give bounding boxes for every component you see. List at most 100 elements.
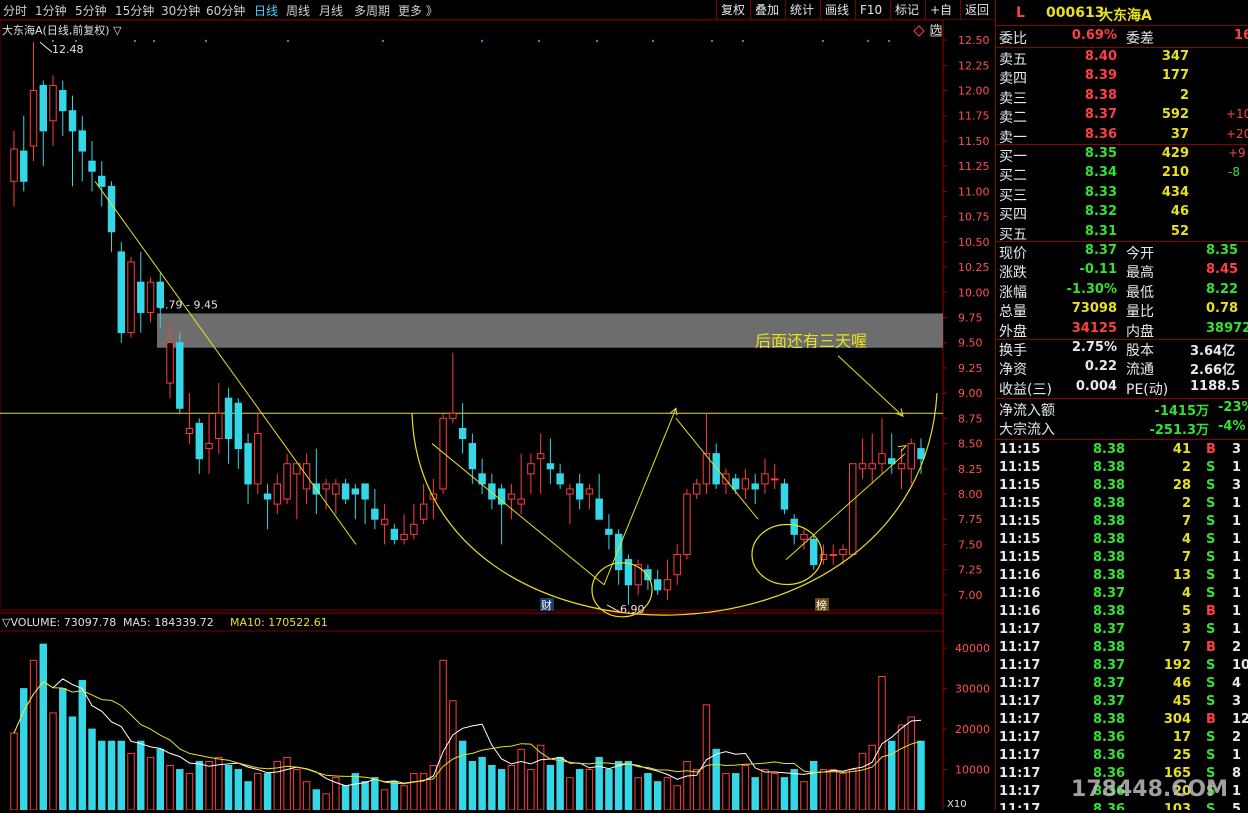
tick-count: 3 <box>1232 442 1242 457</box>
tick-row-17[interactable]: 11:17 8.36 25 S 1 <box>996 748 1248 767</box>
period-tab-10[interactable]: 更多 》 <box>398 2 438 19</box>
tick-time: 11:17 <box>999 748 1041 763</box>
toolbar-button-5[interactable]: 标记 <box>890 0 925 20</box>
candle-body-74 <box>731 478 740 490</box>
candle-body-5 <box>59 90 67 112</box>
flow-label: 净流入额 <box>999 403 1055 419</box>
tick-row-15[interactable]: 11:17 8.38 304 B 12 <box>996 712 1248 731</box>
tick-count: 12 <box>1232 712 1248 727</box>
tick-row-14[interactable]: 11:17 8.37 45 S 3 <box>996 694 1248 713</box>
ask-label: 卖五 <box>999 52 1027 68</box>
volume-bar-14 <box>146 756 155 811</box>
tick-row-6[interactable]: 11:15 8.38 7 S 1 <box>996 550 1248 569</box>
bid-change: +9 <box>1228 146 1246 160</box>
period-toolbar: 分时 1分钟 5分钟 15分钟 30分钟 60分钟 日线 周线 月线 多周期 更多 》 复权 叠加 统计画… <box>0 0 995 37</box>
tick-row-3[interactable]: 11:15 8.38 2 S 1 <box>996 496 1248 515</box>
tick-row-13[interactable]: 11:17 8.37 46 S 4 <box>996 676 1248 695</box>
divider <box>996 47 1248 48</box>
tick-row-0[interactable]: 11:15 8.38 41 B 3 <box>996 442 1248 461</box>
candle-body-36 <box>361 483 369 500</box>
tick-row-7[interactable]: 11:16 8.38 13 S 1 <box>996 568 1248 587</box>
tick-volume: 7 <box>1181 514 1191 529</box>
period-tab-2[interactable]: 5分钟 <box>75 2 107 19</box>
stats-label-2: 流通 <box>1126 362 1154 379</box>
volume-unit: X10 <box>947 799 967 810</box>
toolbar-button-3[interactable]: 画线 <box>820 0 855 20</box>
tick-row-9[interactable]: 11:16 8.38 5 B 1 <box>996 604 1248 623</box>
tick-row-1[interactable]: 11:15 8.38 2 S 1 <box>996 460 1248 479</box>
period-tab-9[interactable]: 多周期 <box>354 2 390 19</box>
candle-body-27 <box>273 483 282 505</box>
divider <box>996 439 1248 440</box>
period-tab-8[interactable]: 月线 <box>319 2 343 19</box>
tick-volume: 304 <box>1163 712 1191 727</box>
period-tab-7[interactable]: 周线 <box>286 2 310 19</box>
volume-bar-74 <box>731 773 740 811</box>
quote-label-2: 内盘 <box>1126 323 1154 340</box>
tick-count: 1 <box>1232 550 1242 565</box>
candle-body-46 <box>458 427 467 440</box>
tick-price: 8.37 <box>1093 586 1126 601</box>
tick-count: 3 <box>1232 478 1242 493</box>
tick-row-2[interactable]: 11:15 8.38 28 S 3 <box>996 478 1248 497</box>
period-tab-4[interactable]: 30分钟 <box>161 2 200 19</box>
candle-body-59 <box>585 488 594 495</box>
toolbar-button-1[interactable]: 叠加 <box>750 0 785 20</box>
toolbar-button-4[interactable]: F10 <box>855 0 890 20</box>
volume-bar-34 <box>341 785 350 811</box>
bid-label: 买四 <box>999 207 1027 224</box>
period-tab-0[interactable]: 分时 <box>3 2 27 19</box>
volume-axis-label-3: 10000 <box>955 764 990 777</box>
volume-bar-65 <box>644 773 652 811</box>
toolbar-button-6[interactable]: +自选 <box>925 0 960 37</box>
candle-body-61 <box>605 528 613 535</box>
candle-body-60 <box>595 498 603 520</box>
kline-chart-area[interactable]: 大东海A(日线,前复权) ▽ 12.50 12.25 12.00 11.75 11.50 1… <box>0 19 995 811</box>
tick-row-10[interactable]: 11:17 8.37 3 S 1 <box>996 622 1248 641</box>
tick-count: 3 <box>1232 694 1242 709</box>
stock-code: 000613 <box>1046 5 1105 21</box>
high-price-label: 12.48 <box>52 43 84 56</box>
candle-body-8 <box>88 160 96 172</box>
quote-label-1: 现价 <box>999 246 1027 262</box>
price-axis-label-4: 11.50 <box>958 135 990 148</box>
quote-row-2: 涨幅 -1.30% 最低 8.22 <box>996 282 1248 301</box>
tick-volume: 2 <box>1181 460 1191 475</box>
flow-value: -1415万 <box>1154 404 1209 419</box>
chart-title: 大东海A(日线,前复权) ▽ <box>2 23 122 37</box>
tick-row-11[interactable]: 11:17 8.38 7 B 2 <box>996 640 1248 659</box>
toolbar-button-2[interactable]: 统计 <box>785 0 820 20</box>
quote-value-2: 8.35 <box>1206 243 1239 258</box>
tick-row-20[interactable]: 11:17 8.36 103 S 5 <box>996 802 1248 810</box>
bid-price: 8.32 <box>1084 204 1117 220</box>
volume-bar-17 <box>176 769 184 811</box>
stock-header: L 000613 大东海A <box>996 3 1248 24</box>
kline-svg[interactable]: 大东海A(日线,前复权) ▽ 12.50 12.25 12.00 11.75 11.50 1… <box>0 19 995 811</box>
toolbar-button-7[interactable]: 返回 <box>960 0 995 20</box>
period-tab-6[interactable]: 日线 <box>254 2 278 19</box>
period-tab-5[interactable]: 60分钟 <box>206 2 245 19</box>
period-tab-3[interactable]: 15分钟 <box>115 2 154 19</box>
volume-bar-5 <box>59 688 67 811</box>
stock-terminal: 分时 1分钟 5分钟 15分钟 30分钟 60分钟 日线 周线 月线 多周期 更多 》 复权 叠加 统计画… <box>0 0 1248 811</box>
volume-bar-20 <box>205 760 213 811</box>
tick-row-12[interactable]: 11:17 8.37 192 S 10 <box>996 658 1248 677</box>
bid-row-0: 买一 8.35 429 +9 <box>996 146 1248 165</box>
tick-row-4[interactable]: 11:15 8.38 7 S 1 <box>996 514 1248 533</box>
quote-value-1: -0.11 <box>1079 262 1117 278</box>
period-tab-1[interactable]: 1分钟 <box>35 2 67 19</box>
candle-body-81 <box>800 533 808 540</box>
ask-row-3: 卖二 8.37 592 +10 <box>996 107 1248 126</box>
price-axis-label-1: 12.25 <box>958 59 990 72</box>
tick-row-16[interactable]: 11:17 8.36 17 S 2 <box>996 730 1248 749</box>
tick-row-8[interactable]: 11:16 8.37 4 S 1 <box>996 586 1248 605</box>
tick-price: 8.38 <box>1093 712 1126 727</box>
bid-volume: 210 <box>1161 165 1189 181</box>
divider <box>996 398 1248 399</box>
tick-count: 1 <box>1232 622 1242 637</box>
quote-value-2: 38972 <box>1206 320 1248 336</box>
tick-row-5[interactable]: 11:15 8.38 4 S 1 <box>996 532 1248 551</box>
toolbar-button-0[interactable]: 复权 <box>716 0 750 20</box>
volume-bar-26 <box>263 773 272 811</box>
volume-bar-75 <box>741 765 750 811</box>
